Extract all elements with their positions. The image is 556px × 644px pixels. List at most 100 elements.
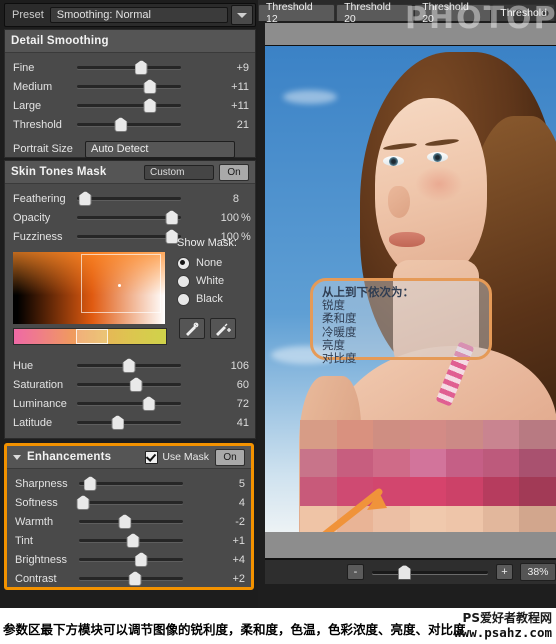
mosaic-tile [519, 420, 556, 449]
slider-value-opacity[interactable]: 100 [201, 212, 241, 224]
hue-strip[interactable] [13, 328, 167, 345]
triangle-down-icon[interactable] [13, 454, 21, 460]
slider-knob-medium[interactable] [143, 79, 157, 94]
show-mask-option-none[interactable]: None [177, 254, 237, 272]
chevron-down-icon[interactable] [231, 5, 253, 25]
slider-track-sharpness[interactable] [79, 476, 183, 491]
mosaic-tile [446, 477, 483, 506]
callout-line-0: 从上到下依次为： [322, 285, 414, 299]
slider-label-fuzziness: Fuzziness [13, 230, 63, 243]
slider-knob-threshold[interactable] [114, 117, 128, 132]
slider-value-hue[interactable]: 106 [201, 360, 255, 372]
slider-track-opacity[interactable] [77, 210, 181, 225]
slider-knob-warmth[interactable] [118, 514, 132, 529]
watermark-site: PS爱好者教程网 [462, 611, 552, 625]
slider-knob-sharpness[interactable] [83, 476, 97, 491]
slider-track-tint[interactable] [79, 533, 183, 548]
slider-value-softness[interactable]: 4 [197, 497, 251, 509]
enhancements-on-toggle[interactable]: On [215, 448, 245, 466]
zoom-out-button[interactable]: - [347, 564, 364, 580]
slider-value-threshold[interactable]: 21 [201, 119, 255, 131]
slider-value-tint[interactable]: +1 [197, 535, 251, 547]
radio-icon[interactable] [177, 274, 190, 288]
enhancements-sliders: Sharpness 5 Softness 4 Warmth -2 Tint +1 Brightn… [7, 469, 251, 588]
slider-track-contrast[interactable] [79, 571, 183, 586]
slider-value-sharpness[interactable]: 5 [197, 478, 251, 490]
slider-knob-contrast[interactable] [128, 571, 142, 586]
radio-icon[interactable] [177, 292, 190, 306]
slider-value-latitude[interactable]: 41 [201, 417, 255, 429]
slider-knob-brightness[interactable] [134, 552, 148, 567]
mosaic-tile [300, 505, 337, 534]
slider-track-medium[interactable] [77, 79, 181, 94]
slider-label-hue: Hue [13, 359, 34, 372]
slider-track-fine[interactable] [77, 60, 181, 75]
slider-track-latitude[interactable] [77, 415, 181, 430]
mosaic-tile [519, 505, 556, 534]
slider-value-warmth[interactable]: -2 [197, 516, 251, 528]
slider-row: Tint +1 [7, 531, 251, 550]
zoom-slider[interactable] [372, 564, 488, 580]
photo-preview[interactable]: 从上到下依次为： 锐度 柔和度 冷暖度 亮度 对比度 [265, 46, 556, 534]
slider-track-fuzziness[interactable] [77, 229, 181, 244]
slider-value-saturation[interactable]: 60 [201, 379, 255, 391]
use-mask-checkbox[interactable] [145, 450, 159, 464]
slider-value-luminance[interactable]: 72 [201, 398, 255, 410]
skin-mask-preset-select[interactable]: Custom [144, 164, 214, 180]
slider-knob-fine[interactable] [134, 60, 148, 75]
slider-knob-luminance[interactable] [142, 396, 156, 411]
zoom-in-button[interactable]: + [496, 564, 513, 580]
slider-knob-large[interactable] [143, 98, 157, 113]
slider-track-feathering[interactable] [77, 191, 181, 206]
slider-row: Contrast +2 [7, 569, 251, 588]
slider-label-feathering: Feathering [13, 192, 66, 205]
preset-label: Preset [12, 9, 44, 21]
slider-row: Saturation 60 [5, 375, 255, 394]
tab-0[interactable]: Threshold 12 [258, 1, 336, 25]
slider-knob-latitude[interactable] [111, 415, 125, 430]
tab-3[interactable]: Threshold [492, 4, 555, 21]
slider-row: Large +11 [5, 96, 255, 115]
eyedropper-tools [179, 318, 236, 339]
zoom-level-value[interactable]: 38% [520, 563, 556, 581]
slider-knob-hue[interactable] [122, 358, 136, 373]
slider-track-luminance[interactable] [77, 396, 181, 411]
slider-track-threshold[interactable] [77, 117, 181, 132]
radio-label: White [196, 275, 225, 287]
skin-tone-color-field[interactable] [13, 252, 165, 324]
enhancements-title: Enhancements [27, 451, 112, 463]
mosaic-tile [446, 448, 483, 477]
radio-icon[interactable] [177, 256, 190, 270]
slider-row: Sharpness 5 [7, 474, 251, 493]
slider-track-softness[interactable] [76, 495, 183, 510]
zoom-slider-knob[interactable] [398, 564, 411, 580]
slider-track-saturation[interactable] [77, 377, 181, 392]
tab-1[interactable]: Threshold 20 [336, 1, 414, 25]
slider-value-medium[interactable]: +11 [201, 81, 255, 93]
slider-knob-saturation[interactable] [129, 377, 143, 392]
color-selection-rect [81, 254, 161, 313]
slider-value-contrast[interactable]: +2 [197, 573, 251, 585]
slider-value-feathering[interactable]: 8 [201, 193, 241, 205]
eyedropper-add-icon[interactable] [210, 318, 236, 339]
slider-row: Feathering 8 [5, 189, 255, 208]
watermark-url: www.psahz.com [454, 625, 552, 640]
slider-knob-feathering[interactable] [78, 191, 92, 206]
eyedropper-icon[interactable] [179, 318, 205, 339]
show-mask-title: Show Mask: [177, 237, 237, 249]
slider-track-warmth[interactable] [79, 514, 183, 529]
slider-track-brightness[interactable] [79, 552, 183, 567]
slider-knob-tint[interactable] [126, 533, 140, 548]
slider-value-fine[interactable]: +9 [201, 62, 255, 74]
show-mask-option-black[interactable]: Black [177, 290, 237, 308]
portrait-size-select[interactable]: Auto Detect [85, 140, 235, 158]
slider-track-large[interactable] [77, 98, 181, 113]
slider-track-hue[interactable] [77, 358, 181, 373]
tab-2[interactable]: Threshold 20 [414, 1, 492, 25]
slider-value-large[interactable]: +11 [201, 100, 255, 112]
slider-knob-opacity[interactable] [165, 210, 179, 225]
slider-value-brightness[interactable]: +4 [197, 554, 251, 566]
skin-mask-on-toggle[interactable]: On [219, 163, 249, 181]
preset-select[interactable]: Smoothing: Normal [49, 7, 228, 23]
show-mask-option-white[interactable]: White [177, 272, 237, 290]
